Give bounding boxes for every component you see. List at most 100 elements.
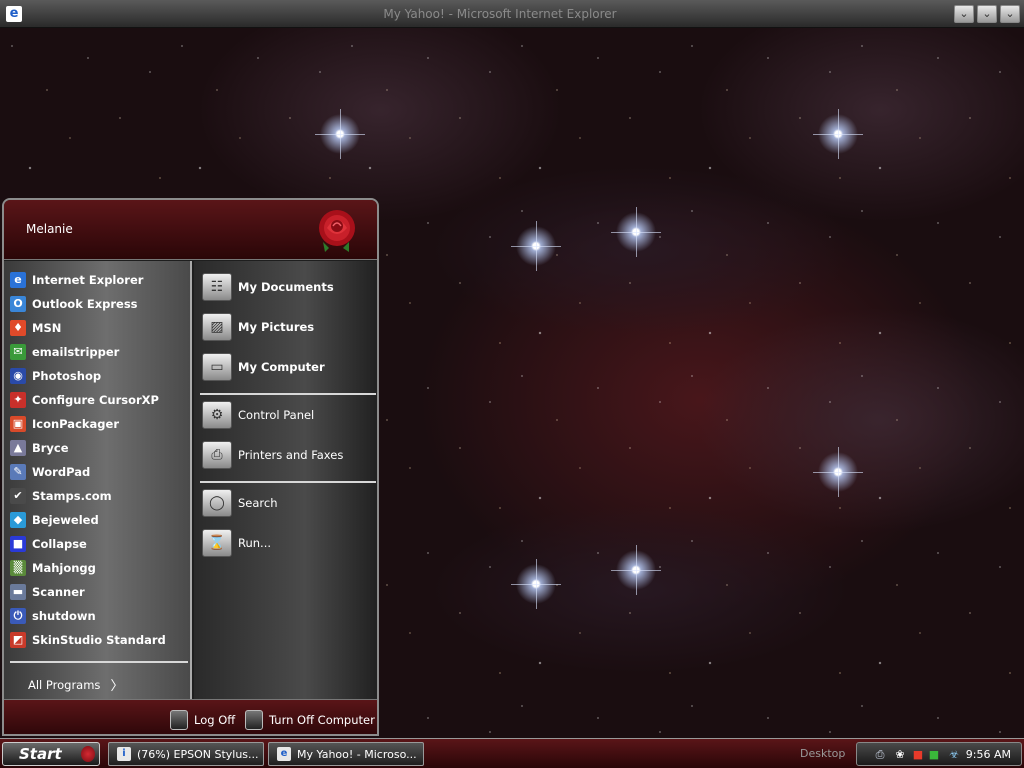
ie-icon: e: [10, 272, 26, 288]
program-label: Collapse: [32, 537, 87, 551]
start-menu-header: Melanie: [4, 200, 377, 260]
place-printers-and-faxes[interactable]: ⎙ Printers and Faxes: [202, 439, 343, 471]
place-my-computer[interactable]: ▭ My Computer: [202, 351, 325, 383]
program-label: MSN: [32, 321, 62, 335]
taskbar-button-epson[interactable]: i (76%) EPSON Stylus...: [108, 742, 264, 766]
outlook-icon: O: [10, 296, 26, 312]
program-shutdown[interactable]: ⏻ shutdown: [10, 605, 188, 627]
star-flare: [315, 109, 365, 159]
bryce-icon: ▲: [10, 440, 26, 456]
program-mahjongg[interactable]: ▒ Mahjongg: [10, 557, 188, 579]
turn-off-button[interactable]: Turn Off Computer: [245, 710, 375, 730]
program-label: emailstripper: [32, 345, 120, 359]
rose-icon: [81, 746, 95, 762]
minimize-button[interactable]: ⌄: [954, 5, 974, 23]
printer-tray-icon[interactable]: ⎙: [873, 748, 887, 762]
place-label: Printers and Faxes: [238, 448, 344, 462]
pictures-icon: ▨: [202, 313, 232, 341]
place-run[interactable]: ⌛ Run...: [202, 527, 271, 559]
system-divider: [200, 481, 376, 483]
all-programs-label: All Programs: [28, 677, 101, 692]
star-flare: [611, 545, 661, 595]
cursorxp-icon: ✦: [10, 392, 26, 408]
skinstudio-icon: ◩: [10, 632, 26, 648]
control-panel-icon: ⚙: [202, 401, 232, 429]
msn-butterfly-icon: ♦: [10, 320, 26, 336]
program-label: Outlook Express: [32, 297, 138, 311]
window-title: My Yahoo! - Microsoft Internet Explorer: [383, 7, 617, 21]
place-my-pictures[interactable]: ▨ My Pictures: [202, 311, 314, 343]
start-button[interactable]: Start: [2, 742, 100, 766]
task-label: My Yahoo! - Microso...: [297, 747, 417, 761]
program-label: Stamps.com: [32, 489, 112, 503]
place-label: Search: [238, 496, 278, 510]
run-icon: ⌛: [202, 529, 232, 557]
place-search[interactable]: ◯ Search: [202, 487, 278, 519]
taskbar: Start i (76%) EPSON Stylus... e My Yahoo…: [0, 738, 1024, 768]
taskbar-button-my-yahoo[interactable]: e My Yahoo! - Microso...: [268, 742, 424, 766]
program-stamps-com[interactable]: ✔ Stamps.com: [10, 485, 188, 507]
places-divider: [200, 393, 376, 395]
place-label: My Pictures: [238, 320, 315, 334]
program-label: Photoshop: [32, 369, 102, 383]
program-bejeweled[interactable]: ◆ Bejeweled: [10, 509, 188, 531]
wolf-tray-icon[interactable]: ❀: [893, 748, 907, 762]
program-collapse[interactable]: ■ Collapse: [10, 533, 188, 555]
program-skinstudio-standard[interactable]: ◩ SkinStudio Standard: [10, 629, 188, 651]
mahjongg-icon: ▒: [10, 560, 26, 576]
place-label: Control Panel: [238, 408, 315, 422]
program-wordpad[interactable]: ✎ WordPad: [10, 461, 188, 483]
colors-tray-icon[interactable]: ■: [911, 748, 925, 762]
close-button[interactable]: ⌄: [1000, 5, 1020, 23]
power-icon: [245, 710, 263, 730]
start-label: Start: [19, 745, 62, 763]
star-flare: [813, 109, 863, 159]
program-internet-explorer[interactable]: e Internet Explorer: [10, 269, 188, 291]
program-outlook-express[interactable]: O Outlook Express: [10, 293, 188, 315]
star-flare: [511, 221, 561, 271]
printer-queue-icon: i: [117, 747, 131, 761]
pinned-programs-list: e Internet Explorer O Outlook Express ♦ …: [4, 261, 192, 699]
place-label: My Computer: [238, 360, 325, 374]
start-menu-footer: Log Off Turn Off Computer: [4, 699, 377, 734]
program-label: Scanner: [32, 585, 85, 599]
program-label: IconPackager: [32, 417, 119, 431]
program-emailstripper[interactable]: ✉ emailstripper: [10, 341, 188, 363]
all-programs-button[interactable]: All Programs 〉: [28, 675, 123, 695]
wordpad-icon: ✎: [10, 464, 26, 480]
log-off-icon: [170, 710, 188, 730]
rose-avatar-icon[interactable]: [315, 204, 359, 254]
network-tray-icon[interactable]: ☣: [947, 748, 961, 762]
iconpackager-icon: ▣: [10, 416, 26, 432]
blocks-tray-icon[interactable]: ■: [927, 748, 941, 762]
program-label: SkinStudio Standard: [32, 633, 166, 647]
program-msn[interactable]: ♦ MSN: [10, 317, 188, 339]
log-off-label: Log Off: [194, 713, 236, 727]
program-scanner[interactable]: ▬ Scanner: [10, 581, 188, 603]
place-control-panel[interactable]: ⚙ Control Panel: [202, 399, 314, 431]
program-label: Configure CursorXP: [32, 393, 159, 407]
printer-icon: ⎙: [202, 441, 232, 469]
star-flare: [813, 447, 863, 497]
programs-divider: [10, 661, 188, 663]
maximize-button[interactable]: ⌄: [977, 5, 997, 23]
search-icon: ◯: [202, 489, 232, 517]
place-my-documents[interactable]: ☷ My Documents: [202, 271, 334, 303]
photoshop-icon: ◉: [10, 368, 26, 384]
program-label: Bryce: [32, 441, 69, 455]
turn-off-label: Turn Off Computer: [269, 713, 375, 727]
program-configure-cursorxp[interactable]: ✦ Configure CursorXP: [10, 389, 188, 411]
clock[interactable]: 9:56 AM: [966, 748, 1011, 761]
program-label: Bejeweled: [32, 513, 99, 527]
computer-icon: ▭: [202, 353, 232, 381]
collapse-icon: ■: [10, 536, 26, 552]
window-title-bar[interactable]: e My Yahoo! - Microsoft Internet Explore…: [0, 0, 1024, 28]
user-name: Melanie: [26, 222, 73, 236]
program-photoshop[interactable]: ◉ Photoshop: [10, 365, 188, 387]
log-off-button[interactable]: Log Off: [170, 710, 235, 730]
program-iconpackager[interactable]: ▣ IconPackager: [10, 413, 188, 435]
program-bryce[interactable]: ▲ Bryce: [10, 437, 188, 459]
star-flare: [611, 207, 661, 257]
desktop-toolbar[interactable]: Desktop: [800, 747, 845, 760]
places-panel: ☷ My Documents ▨ My Pictures ▭ My Comput…: [194, 261, 377, 699]
